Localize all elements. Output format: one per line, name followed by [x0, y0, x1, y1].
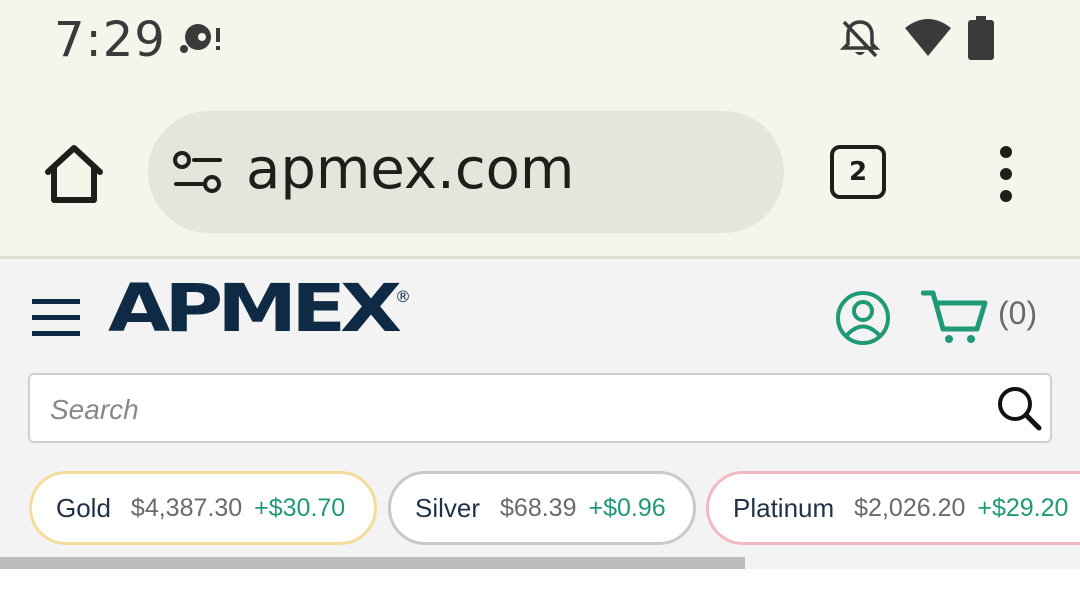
metal-chip-gold[interactable]: Gold $4,387.30 +$30.70	[29, 471, 377, 545]
notification-icon	[180, 24, 220, 53]
metal-change: +$29.20	[977, 493, 1069, 522]
battery-icon	[968, 16, 994, 60]
cart-icon[interactable]	[921, 289, 991, 345]
tab-count: 2	[848, 157, 868, 187]
address-bar[interactable]: apmex.com	[148, 111, 784, 233]
search-icon[interactable]	[996, 385, 1042, 431]
metal-price: $4,387.30	[130, 493, 243, 522]
metal-name: Gold	[56, 492, 111, 523]
hamburger-menu-icon[interactable]	[30, 295, 82, 341]
tabs-button[interactable]: 2	[830, 145, 886, 199]
status-time: 7:29	[54, 12, 166, 68]
search-input[interactable]	[48, 387, 992, 433]
ticker-scrollbar-thumb[interactable]	[0, 557, 745, 569]
account-icon[interactable]	[835, 290, 891, 346]
metal-price: $2,026.20	[854, 493, 966, 522]
metal-chip-platinum[interactable]: Platinum $2,026.20 +$29.20	[706, 471, 1080, 545]
browser-toolbar: apmex.com 2	[0, 90, 1080, 256]
metal-price-ticker: Gold $4,387.30 +$30.70 Silver $68.39 +$0…	[0, 471, 1080, 547]
apmex-logo[interactable]: APMEX	[108, 273, 402, 345]
do-not-disturb-bell-icon	[839, 20, 881, 58]
web-page: APMEX ® (0) Gold $4,387.30 +$30.70 Silve…	[0, 259, 1080, 569]
url-text[interactable]: apmex.com	[246, 137, 574, 202]
search-box[interactable]	[28, 373, 1052, 443]
metal-price: $68.39	[500, 493, 577, 522]
metal-chip-silver[interactable]: Silver $68.39 +$0.96	[388, 471, 696, 545]
metal-name: Platinum	[733, 492, 835, 523]
page-content-below	[0, 569, 1080, 593]
home-icon[interactable]	[40, 142, 108, 206]
metal-name: Silver	[415, 492, 481, 523]
wifi-icon	[905, 19, 951, 56]
registered-mark: ®	[395, 287, 411, 306]
status-bar: 7:29	[0, 0, 1080, 90]
cart-count[interactable]: (0)	[998, 295, 1037, 332]
metal-change: +$30.70	[254, 493, 346, 522]
metal-change: +$0.96	[588, 493, 666, 522]
site-settings-icon[interactable]	[172, 149, 224, 195]
more-menu-icon[interactable]	[990, 144, 1022, 204]
